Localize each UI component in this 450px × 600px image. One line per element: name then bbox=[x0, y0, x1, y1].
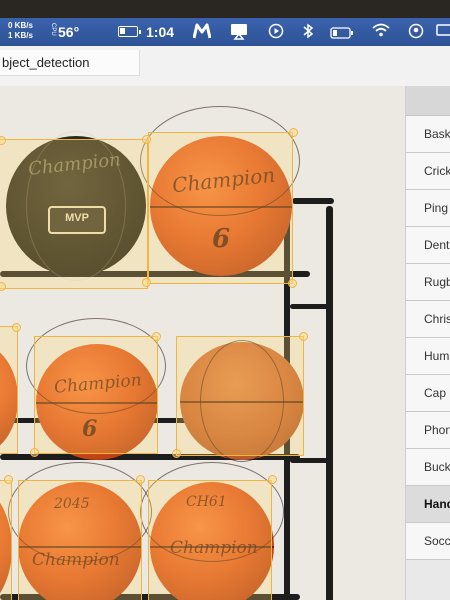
bbox-handle[interactable] bbox=[299, 332, 308, 341]
network-download: 1 KB/s bbox=[8, 31, 33, 40]
bounding-box[interactable] bbox=[148, 480, 272, 600]
label-item[interactable]: Christmas tree bbox=[406, 301, 450, 338]
bbox-handle[interactable] bbox=[142, 278, 151, 287]
label-item[interactable]: Basketball bbox=[406, 116, 450, 153]
bbox-handle[interactable] bbox=[142, 135, 151, 144]
bbox-handle[interactable] bbox=[152, 332, 161, 341]
label-item[interactable]: Ping pong ball bbox=[406, 190, 450, 227]
label-item[interactable]: Cap bbox=[406, 375, 450, 412]
rack-rail bbox=[290, 458, 330, 463]
bbox-handle[interactable] bbox=[4, 475, 13, 484]
bounding-box[interactable] bbox=[34, 336, 158, 454]
bounding-box[interactable] bbox=[0, 326, 18, 454]
bbox-handle[interactable] bbox=[268, 475, 277, 484]
label-item[interactable]: Dental floss bbox=[406, 227, 450, 264]
bounding-box[interactable] bbox=[0, 139, 148, 289]
airplay-icon[interactable] bbox=[230, 22, 248, 43]
label-list: BasketballCricket ballPing pong ballDent… bbox=[406, 116, 450, 560]
battery-status-icon[interactable] bbox=[330, 26, 354, 42]
label-panel: BasketballCricket ballPing pong ballDent… bbox=[405, 86, 450, 600]
label-item[interactable]: Human bbox=[406, 338, 450, 375]
file-title-tab[interactable]: bject_detection bbox=[0, 50, 140, 76]
wifi-icon[interactable] bbox=[372, 23, 390, 40]
menu-bar: 0 KB/s 1 KB/s CPU 56° 1:04 bbox=[0, 18, 450, 46]
app-window: bject_detection Champion MVP Champion 6 bbox=[0, 46, 450, 600]
temperature-readout[interactable]: 56° bbox=[58, 24, 79, 40]
bounding-box[interactable] bbox=[18, 480, 142, 600]
clock[interactable]: 1:04 bbox=[146, 24, 174, 40]
label-item[interactable]: Bucket bbox=[406, 449, 450, 486]
cast-icon[interactable] bbox=[436, 23, 450, 42]
label-item[interactable]: Phone bbox=[406, 412, 450, 449]
bbox-handle[interactable] bbox=[289, 128, 298, 137]
bluetooth-icon[interactable] bbox=[302, 23, 314, 42]
rack-rail bbox=[290, 304, 330, 309]
label-item[interactable]: Rugby ball bbox=[406, 264, 450, 301]
bounding-box[interactable] bbox=[176, 336, 304, 456]
bbox-handle[interactable] bbox=[136, 475, 145, 484]
user-icon[interactable] bbox=[408, 23, 424, 42]
bbox-handle[interactable] bbox=[30, 448, 39, 457]
bbox-handle[interactable] bbox=[0, 282, 6, 291]
app-m-icon[interactable] bbox=[192, 23, 212, 42]
label-panel-header bbox=[406, 86, 450, 116]
bbox-handle[interactable] bbox=[172, 449, 181, 458]
play-icon[interactable] bbox=[268, 23, 284, 42]
label-item[interactable]: Handshake bbox=[406, 486, 450, 523]
bounding-box[interactable] bbox=[148, 132, 293, 284]
rack-post bbox=[326, 206, 333, 600]
label-item[interactable]: Cricket ball bbox=[406, 153, 450, 190]
network-speed: 0 KB/s 1 KB/s bbox=[8, 21, 33, 41]
bbox-handle[interactable] bbox=[12, 323, 21, 332]
bbox-handle[interactable] bbox=[288, 279, 297, 288]
label-item[interactable]: Soccer ball bbox=[406, 523, 450, 560]
temperature-source: CPU bbox=[50, 23, 56, 36]
rack-top-arc bbox=[292, 198, 334, 204]
image-canvas[interactable]: Champion MVP Champion 6 Champion 6 2045 bbox=[0, 86, 405, 600]
network-upload: 0 KB/s bbox=[8, 21, 33, 30]
battery-icon[interactable] bbox=[118, 26, 141, 37]
bounding-box[interactable] bbox=[0, 480, 12, 600]
